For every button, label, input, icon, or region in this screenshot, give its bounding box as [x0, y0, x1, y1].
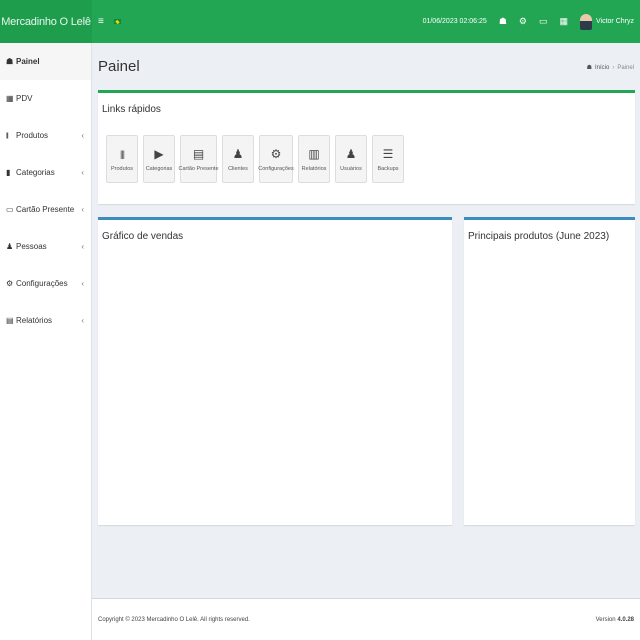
chevron-left-icon: ‹: [81, 279, 84, 288]
breadcrumb: ☗ Início › Painel: [586, 64, 634, 72]
sidebar-item-pdv[interactable]: ▦ PDV: [0, 80, 91, 117]
chevron-left-icon: ‹: [81, 131, 84, 140]
menu-toggle-icon[interactable]: ≡: [98, 16, 104, 27]
barcode-icon: |||: [6, 132, 9, 139]
user-name: Victor Chryz: [596, 18, 634, 25]
monitor-icon[interactable]: ▭: [539, 16, 548, 27]
bar-chart-icon: ▤: [6, 316, 14, 325]
home-icon: ☗: [6, 57, 14, 66]
sidebar-item-produtos[interactable]: ||| Produtos ‹: [0, 117, 91, 154]
grid-icon[interactable]: ▦: [559, 16, 568, 27]
quick-link-label: Backups: [377, 165, 399, 172]
barcode-icon: |||: [119, 148, 125, 159]
user-menu[interactable]: Victor Chryz: [580, 13, 634, 30]
quick-link-configuracoes[interactable]: ⚙ Configurações: [258, 135, 294, 183]
page-title: Painel: [98, 58, 140, 75]
top-navbar: ≡ 01/06/2023 02:06:25 ☗ ⚙ ▭ ▦ Victor Chr…: [92, 0, 640, 43]
chevron-left-icon: ‹: [81, 316, 84, 325]
sidebar-item-cartao-presente[interactable]: ▭ Cartão Presente ‹: [0, 191, 91, 228]
quick-link-label: Cartão Presente: [178, 165, 219, 172]
quick-link-label: Clientes: [228, 165, 248, 172]
sales-chart-box: Gráfico de vendas: [98, 217, 452, 525]
quick-link-label: Configurações: [258, 165, 294, 172]
navbar-right: 01/06/2023 02:06:25 ☗ ⚙ ▭ ▦ Victor Chryz: [422, 13, 640, 30]
sidebar-item-configuracoes[interactable]: ⚙ Configurações ‹: [0, 265, 91, 302]
home-icon[interactable]: ☗: [499, 16, 507, 27]
quick-link-usuarios[interactable]: ♟ Usuários: [335, 135, 367, 183]
sales-chart-title: Gráfico de vendas: [102, 231, 184, 242]
quick-links-title: Links rápidos: [102, 104, 161, 115]
brazil-flag-icon[interactable]: [113, 19, 121, 24]
cogs-icon[interactable]: ⚙: [519, 16, 527, 27]
quick-link-clientes[interactable]: ♟ Clientes: [222, 135, 254, 183]
quick-links-box: Links rápidos ||| Produtos ▶ Categorias …: [98, 90, 635, 204]
version-info: Version 4.0.28: [596, 617, 634, 623]
bar-chart-icon: ▥: [308, 146, 320, 161]
sidebar-item-label: Pessoas: [16, 242, 47, 251]
chevron-left-icon: ‹: [81, 205, 84, 214]
quick-link-categorias[interactable]: ▶ Categorias: [143, 135, 175, 183]
quick-link-backups[interactable]: ☰ Backups: [372, 135, 404, 183]
breadcrumb-current: Painel: [617, 64, 634, 71]
top-products-title: Principais produtos (June 2023): [468, 231, 610, 242]
quick-link-cartao-presente[interactable]: ▤ Cartão Presente: [178, 135, 219, 183]
sidebar-item-categorias[interactable]: ▮ Categorias ‹: [0, 154, 91, 191]
quick-links-list: ||| Produtos ▶ Categorias ▤ Cartão Prese…: [106, 135, 404, 183]
datetime-display: 01/06/2023 02:06:25: [422, 18, 487, 25]
grid-icon: ▦: [6, 94, 14, 103]
quick-link-label: Produtos: [110, 165, 133, 172]
cogs-icon: ⚙: [6, 279, 14, 288]
sidebar-item-label: Painel: [16, 57, 40, 66]
footer: Copyright © 2023 Mercadinho O Lelê. All …: [92, 598, 640, 640]
users-icon: ♟: [345, 146, 357, 161]
sidebar-item-relatorios[interactable]: ▤ Relatórios ‹: [0, 302, 91, 339]
credit-card-icon: ▭: [6, 205, 14, 214]
database-icon: ☰: [382, 146, 394, 161]
sidebar-item-label: Relatórios: [16, 316, 53, 325]
users-icon: ♟: [232, 146, 244, 161]
version-label: Version: [595, 617, 616, 623]
home-icon: ☗: [586, 65, 592, 71]
version-number: 4.0.28: [617, 617, 634, 623]
copyright-text: Copyright © 2023 Mercadinho O Lelê. All …: [98, 617, 250, 623]
top-products-box: Principais produtos (June 2023): [464, 217, 635, 525]
avatar: [580, 13, 592, 30]
quick-link-label: Relatórios: [301, 165, 327, 172]
chevron-left-icon: ‹: [81, 242, 84, 251]
credit-card-icon: ▤: [192, 146, 205, 161]
users-icon: ♟: [6, 242, 14, 251]
sidebar-item-label: Configurações: [16, 279, 68, 288]
brand-logo[interactable]: Mercadinho O Lelê: [0, 0, 92, 43]
sidebar: ☗ Painel ▦ PDV ||| Produtos ‹ ▮ Categori…: [0, 43, 92, 640]
sidebar-item-pessoas[interactable]: ♟ Pessoas ‹: [0, 228, 91, 265]
sidebar-item-label: PDV: [16, 94, 33, 103]
chevron-left-icon: ‹: [81, 168, 84, 177]
folder-open-icon: ▶: [154, 146, 164, 161]
quick-link-relatorios[interactable]: ▥ Relatórios: [298, 135, 330, 183]
cogs-icon: ⚙: [270, 146, 282, 161]
sidebar-item-label: Produtos: [16, 131, 49, 140]
sidebar-item-painel[interactable]: ☗ Painel: [0, 43, 91, 80]
quick-link-produtos[interactable]: ||| Produtos: [106, 135, 138, 183]
folder-icon: ▮: [6, 168, 11, 177]
sidebar-item-label: Cartão Presente: [16, 205, 75, 214]
breadcrumb-separator: ›: [612, 64, 615, 71]
breadcrumb-home-link[interactable]: Início: [595, 65, 609, 71]
quick-link-label: Usuários: [340, 165, 362, 172]
quick-link-label: Categorias: [145, 165, 173, 172]
sidebar-item-label: Categorias: [16, 168, 55, 177]
